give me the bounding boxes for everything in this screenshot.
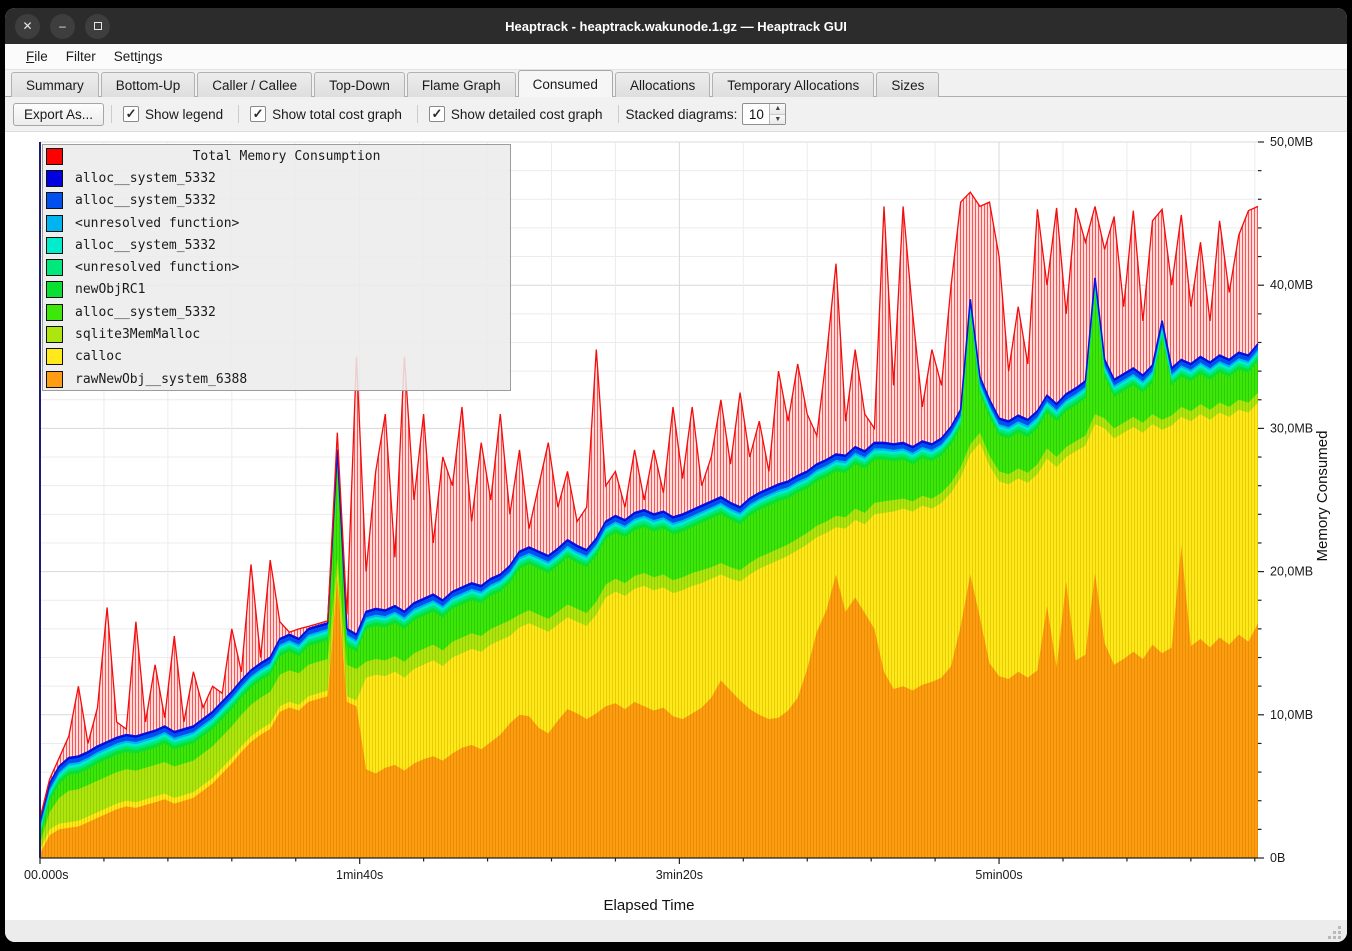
tab-summary[interactable]: Summary	[11, 72, 99, 97]
legend-row: alloc__system_5332	[43, 167, 510, 189]
y-tick-label: 30,0MB	[1270, 421, 1313, 435]
legend-label: calloc	[63, 349, 122, 364]
toolbar-separator	[238, 105, 239, 123]
legend-row: alloc__system_5332	[43, 234, 510, 256]
legend-row: <unresolved function>	[43, 212, 510, 234]
legend-swatch-icon	[46, 348, 63, 365]
legend-swatch-icon	[46, 170, 63, 187]
legend-row: calloc	[43, 346, 510, 368]
app-window: ✕ – Heaptrack - heaptrack.wakunode.1.gz …	[5, 8, 1347, 942]
checkbox-check-icon: ✓	[250, 106, 266, 122]
spin-down-icon[interactable]: ▼	[770, 115, 785, 125]
legend-label: alloc__system_5332	[63, 193, 216, 208]
tab-sizes[interactable]: Sizes	[876, 72, 939, 97]
legend-label: <unresolved function>	[63, 216, 239, 231]
maximize-icon	[94, 22, 102, 30]
x-tick-label: 5min00s	[975, 868, 1022, 882]
legend-swatch-icon	[46, 215, 63, 232]
status-bar	[5, 920, 1347, 942]
checkbox-check-icon: ✓	[123, 106, 139, 122]
tab-top-down[interactable]: Top-Down	[314, 72, 405, 97]
legend-swatch-icon	[46, 281, 63, 298]
y-tick-label: 20,0MB	[1270, 565, 1313, 579]
tab-caller-callee[interactable]: Caller / Callee	[197, 72, 312, 97]
resize-grip-icon[interactable]	[1338, 926, 1341, 929]
stacked-diagrams-control: Stacked diagrams: 10 ▲ ▼	[626, 103, 787, 125]
toolbar-separator	[111, 105, 112, 123]
checkbox-show-total-cost-graph[interactable]: ✓ Show total cost graph	[250, 106, 402, 122]
x-tick-label: 3min20s	[656, 868, 703, 882]
legend-label: alloc__system_5332	[63, 171, 216, 186]
y-tick-label: 0B	[1270, 851, 1285, 865]
tab-flame-graph[interactable]: Flame Graph	[407, 72, 516, 97]
window-title: Heaptrack - heaptrack.wakunode.1.gz — He…	[5, 19, 1347, 34]
legend-label: newObjRC1	[63, 282, 145, 297]
menu-item-file[interactable]: File	[17, 46, 57, 67]
toolbar: Export As... ✓ Show legend ✓ Show total cos…	[5, 97, 1347, 132]
legend-label: alloc__system_5332	[63, 238, 216, 253]
y-tick-label: 40,0MB	[1270, 278, 1313, 292]
legend-label: alloc__system_5332	[63, 305, 216, 320]
export-as-button[interactable]: Export As...	[13, 103, 104, 126]
legend-row: alloc__system_5332	[43, 190, 510, 212]
minimize-icon: –	[59, 19, 66, 33]
chart-legend: Total Memory Consumption alloc__system_53…	[42, 144, 511, 391]
legend-label: sqlite3MemMalloc	[63, 327, 200, 342]
tab-consumed[interactable]: Consumed	[518, 70, 613, 97]
x-tick-label: 1min40s	[336, 868, 383, 882]
tab-bar: SummaryBottom-UpCaller / CalleeTop-DownF…	[5, 70, 1347, 97]
stacked-diagrams-label: Stacked diagrams:	[626, 107, 738, 122]
tab-allocations[interactable]: Allocations	[615, 72, 710, 97]
legend-row: alloc__system_5332	[43, 301, 510, 323]
title-bar[interactable]: ✕ – Heaptrack - heaptrack.wakunode.1.gz …	[5, 8, 1347, 44]
spin-up-icon[interactable]: ▲	[770, 104, 785, 115]
menu-item-filter[interactable]: Filter	[57, 46, 105, 67]
legend-row: <unresolved function>	[43, 256, 510, 278]
menu-bar: FileFilterSettings	[5, 44, 1347, 70]
legend-swatch-icon	[46, 259, 63, 276]
toolbar-separator	[618, 105, 619, 123]
y-axis-title: Memory Consumed	[1314, 431, 1331, 562]
legend-label: rawNewObj__system_6388	[63, 372, 247, 387]
menu-item-settings[interactable]: Settings	[105, 46, 172, 67]
x-tick-label: 00.000s	[24, 868, 68, 882]
tab-temporary-allocations[interactable]: Temporary Allocations	[712, 72, 874, 97]
stacked-diagrams-value: 10	[743, 104, 769, 124]
legend-swatch-icon	[46, 326, 63, 343]
close-icon: ✕	[22, 19, 32, 33]
tab-bottom-up[interactable]: Bottom-Up	[101, 72, 196, 97]
maximize-button[interactable]	[85, 14, 110, 39]
checkbox-label: Show total cost graph	[272, 107, 402, 122]
checkbox-check-icon: ✓	[429, 106, 445, 122]
legend-swatch-icon	[46, 237, 63, 254]
close-button[interactable]: ✕	[15, 14, 40, 39]
y-tick-label: 10,0MB	[1270, 708, 1313, 722]
x-axis-title: Elapsed Time	[604, 897, 695, 914]
checkbox-show-legend[interactable]: ✓ Show legend	[123, 106, 223, 122]
toolbar-separator	[417, 105, 418, 123]
legend-row: Total Memory Consumption	[43, 145, 510, 167]
checkbox-label: Show detailed cost graph	[451, 107, 603, 122]
legend-row: sqlite3MemMalloc	[43, 323, 510, 345]
legend-swatch-icon	[46, 304, 63, 321]
checkbox-label: Show legend	[145, 107, 223, 122]
legend-label: <unresolved function>	[63, 260, 239, 275]
minimize-button[interactable]: –	[50, 14, 75, 39]
legend-row: newObjRC1	[43, 279, 510, 301]
legend-swatch-icon	[46, 371, 63, 388]
legend-swatch-icon	[46, 192, 63, 209]
checkbox-show-detailed-cost-graph[interactable]: ✓ Show detailed cost graph	[429, 106, 603, 122]
legend-row: rawNewObj__system_6388	[43, 368, 510, 390]
legend-label: Total Memory Consumption	[63, 149, 510, 164]
legend-swatch-icon	[46, 148, 63, 165]
memory-consumption-chart[interactable]: 0B 10,0MB 20,0MB 30,0MB 40,0MB 50,0MB 00.000s 1…	[5, 132, 1347, 920]
stacked-diagrams-spinbox[interactable]: 10 ▲ ▼	[742, 103, 786, 125]
y-tick-label: 50,0MB	[1270, 135, 1313, 149]
